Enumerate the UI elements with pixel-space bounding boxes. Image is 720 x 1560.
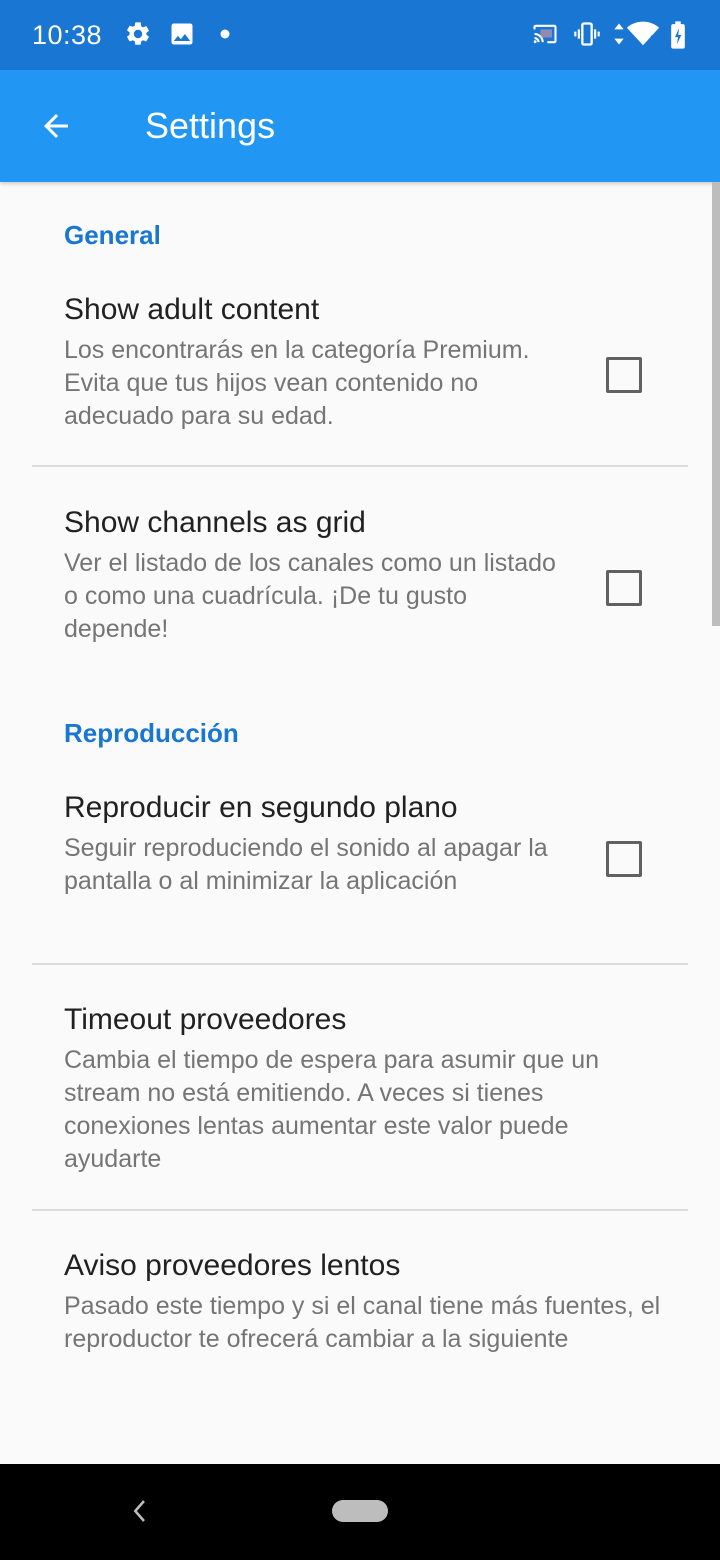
page-title: Settings [145, 105, 276, 146]
battery-charging-icon [671, 21, 685, 49]
pref-title: Aviso proveedores lentos [64, 1249, 401, 1282]
pref-title: Reproducir en segundo plano [64, 791, 458, 824]
vibrate-icon [574, 22, 600, 46]
image-icon [171, 23, 193, 45]
home-pill-icon[interactable] [332, 1500, 388, 1522]
status-time: 10:38 [32, 20, 103, 50]
pref-show-adult-content[interactable]: Show adult content Los encontrarás en la… [0, 290, 720, 466]
pref-reproducir-segundo-plano[interactable]: Reproducir en segundo plano Seguir repro… [0, 788, 720, 964]
section-header-reproduccion: Reproducción [64, 718, 239, 748]
pref-aviso-proveedores-lentos[interactable]: Aviso proveedores lentos Pasado este tie… [0, 1246, 720, 1426]
pref-timeout-proveedores[interactable]: Timeout proveedores Cambia el tiempo de … [0, 1000, 720, 1210]
divider [32, 465, 688, 467]
divider [32, 1209, 688, 1211]
pref-summary: Los encontrarás en la categoría Premium.… [64, 336, 530, 430]
nav-back-icon[interactable] [126, 1496, 152, 1526]
network-badge: 5 [650, 33, 657, 47]
section-header-general: General [64, 220, 161, 250]
status-bar: 10:38 5 [0, 0, 720, 70]
pref-summary: Ver el listado de los canales como un li… [64, 549, 556, 643]
cast-icon [533, 24, 557, 44]
checkbox-reproducir-segundo-plano[interactable] [606, 841, 642, 877]
pref-summary: Pasado este tiempo y si el canal tiene m… [64, 1292, 661, 1353]
checkbox-show-adult-content[interactable] [606, 357, 642, 393]
pref-title: Show channels as grid [64, 506, 366, 539]
dot-icon [220, 29, 230, 39]
data-arrows-icon [614, 23, 624, 45]
checkbox-show-channels-as-grid[interactable] [606, 570, 642, 606]
gear-icon [127, 22, 149, 45]
arrow-back-icon [44, 114, 68, 138]
scrollbar[interactable] [712, 182, 720, 626]
pref-title: Show adult content [64, 293, 320, 326]
navigation-bar [0, 1464, 720, 1560]
pref-summary: Cambia el tiempo de espera para asumir q… [64, 1046, 600, 1173]
settings-list[interactable]: General Show adult content Los encontrar… [0, 182, 720, 1464]
back-button[interactable] [24, 94, 88, 158]
pref-show-channels-as-grid[interactable]: Show channels as grid Ver el listado de … [0, 503, 720, 653]
app-bar: Settings [0, 70, 720, 182]
pref-title: Timeout proveedores [64, 1003, 347, 1036]
divider [32, 963, 688, 965]
pref-summary: Seguir reproduciendo el sonido al apagar… [64, 834, 548, 895]
